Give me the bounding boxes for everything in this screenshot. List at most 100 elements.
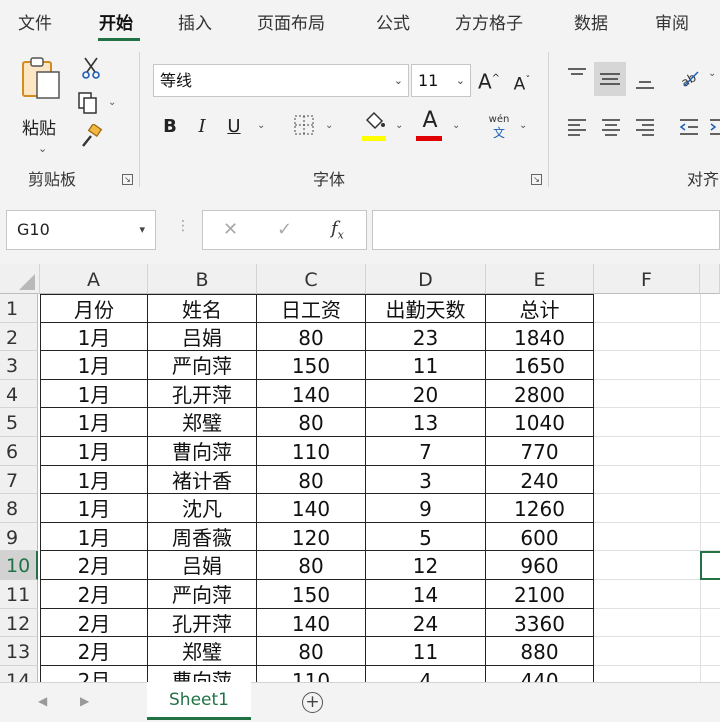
tab-6[interactable]: 数据 xyxy=(574,9,608,34)
table-cell[interactable]: 3 xyxy=(366,465,486,495)
row-header[interactable]: 4 xyxy=(0,379,38,409)
table-cell[interactable]: 140 xyxy=(257,494,366,523)
table-cell[interactable]: 240 xyxy=(486,465,594,495)
table-cell[interactable]: 吕娟 xyxy=(148,551,257,580)
decrease-font-button[interactable]: Aˇ xyxy=(509,68,535,98)
align-middle-button[interactable] xyxy=(594,62,626,96)
table-cell[interactable]: 吕娟 xyxy=(148,322,257,352)
header-cell[interactable]: 出勤天数 xyxy=(366,294,486,323)
fill-color-button[interactable] xyxy=(360,110,390,142)
table-cell[interactable]: 郑璧 xyxy=(148,637,257,666)
table-cell[interactable]: 80 xyxy=(257,322,366,352)
table-cell[interactable]: 80 xyxy=(257,408,366,437)
table-cell[interactable]: 沈凡 xyxy=(148,494,257,523)
table-cell[interactable]: 120 xyxy=(257,522,366,552)
table-cell[interactable]: 严向萍 xyxy=(148,580,257,609)
tab-4[interactable]: 公式 xyxy=(376,9,410,34)
paste-button[interactable]: 粘贴 ⌄ xyxy=(16,56,68,166)
select-all-corner[interactable] xyxy=(0,264,40,294)
table-cell[interactable]: 2800 xyxy=(486,379,594,409)
tab-7[interactable]: 审阅 xyxy=(655,9,689,34)
underline-button[interactable]: U xyxy=(222,114,246,140)
table-cell[interactable]: 孔开萍 xyxy=(148,608,257,638)
header-cell[interactable]: 姓名 xyxy=(148,294,257,323)
table-cell[interactable]: 11 xyxy=(366,351,486,380)
table-cell[interactable]: 24 xyxy=(366,608,486,638)
increase-indent-button[interactable] xyxy=(708,116,720,138)
table-cell[interactable]: 1月 xyxy=(40,322,148,352)
table-cell[interactable]: 1040 xyxy=(486,408,594,437)
table-cell[interactable]: 1月 xyxy=(40,465,148,495)
table-cell[interactable]: 150 xyxy=(257,351,366,380)
table-cell[interactable]: 孔开萍 xyxy=(148,379,257,409)
row-header[interactable]: 2 xyxy=(0,322,38,352)
align-left-button[interactable] xyxy=(566,116,588,138)
sheet-tab-sheet1[interactable]: Sheet1 xyxy=(147,682,251,720)
add-sheet-button[interactable]: + xyxy=(302,692,323,713)
table-cell[interactable]: 褚计香 xyxy=(148,465,257,495)
table-cell[interactable]: 周香薇 xyxy=(148,522,257,552)
increase-font-button[interactable]: A^ xyxy=(476,66,502,95)
borders-button[interactable] xyxy=(290,114,318,144)
header-cell[interactable]: 月份 xyxy=(40,294,148,323)
row-header[interactable]: 3 xyxy=(0,351,38,380)
table-cell[interactable]: 11 xyxy=(366,637,486,666)
table-cell[interactable]: 郑璧 xyxy=(148,408,257,437)
tab-3[interactable]: 页面布局 xyxy=(257,9,325,34)
font-color-button[interactable]: A xyxy=(416,108,444,142)
cut-button[interactable] xyxy=(78,56,104,82)
font-name-dropdown[interactable]: 等线 ⌄ xyxy=(153,64,409,97)
table-cell[interactable]: 1月 xyxy=(40,351,148,380)
table-cell[interactable]: 7 xyxy=(366,437,486,466)
table-cell[interactable]: 2月 xyxy=(40,551,148,580)
table-cell[interactable]: 5 xyxy=(366,522,486,552)
table-cell[interactable]: 严向萍 xyxy=(148,351,257,380)
row-header[interactable]: 12 xyxy=(0,608,38,638)
enter-icon[interactable]: ✓ xyxy=(277,219,292,240)
table-cell[interactable]: 770 xyxy=(486,437,594,466)
table-cell[interactable]: 1650 xyxy=(486,351,594,380)
table-cell[interactable]: 4 xyxy=(366,665,486,682)
header-cell[interactable]: 总计 xyxy=(486,294,594,323)
decrease-indent-button[interactable] xyxy=(678,116,700,138)
table-cell[interactable]: 80 xyxy=(257,465,366,495)
table-cell[interactable]: 曹向萍 xyxy=(148,437,257,466)
row-header[interactable]: 14 xyxy=(0,665,38,682)
header-cell[interactable]: 日工资 xyxy=(257,294,366,323)
orientation-button[interactable]: ab ⌄ xyxy=(678,66,718,92)
table-cell[interactable]: 20 xyxy=(366,379,486,409)
bold-button[interactable]: B xyxy=(158,114,182,140)
column-header-A[interactable]: A xyxy=(40,264,148,294)
row-header[interactable]: 8 xyxy=(0,494,38,523)
align-bottom-button[interactable] xyxy=(634,70,656,92)
scroll-left-icon[interactable]: ◀ xyxy=(38,694,47,708)
table-cell[interactable]: 2月 xyxy=(40,665,148,682)
copy-button[interactable]: ⌄ xyxy=(76,90,122,116)
insert-function-button[interactable]: fx xyxy=(331,218,344,242)
formula-input[interactable] xyxy=(372,210,720,250)
row-header[interactable]: 1 xyxy=(0,294,38,323)
row-header[interactable]: 10 xyxy=(0,551,38,580)
column-header-B[interactable]: B xyxy=(148,264,257,294)
tab-0[interactable]: 文件 xyxy=(18,9,52,34)
table-cell[interactable]: 14 xyxy=(366,580,486,609)
table-cell[interactable]: 80 xyxy=(257,551,366,580)
row-header[interactable]: 11 xyxy=(0,580,38,609)
formula-bar-grip[interactable]: ⋮ xyxy=(176,218,190,234)
font-size-dropdown[interactable]: 11 ⌄ xyxy=(411,64,471,97)
table-cell[interactable]: 440 xyxy=(486,665,594,682)
table-cell[interactable]: 1月 xyxy=(40,408,148,437)
table-cell[interactable]: 110 xyxy=(257,665,366,682)
name-box[interactable]: G10 ▾ xyxy=(6,210,156,250)
table-cell[interactable]: 9 xyxy=(366,494,486,523)
row-header[interactable]: 13 xyxy=(0,637,38,666)
table-cell[interactable]: 1月 xyxy=(40,494,148,523)
table-cell[interactable]: 曹向萍 xyxy=(148,665,257,682)
table-cell[interactable]: 2月 xyxy=(40,580,148,609)
column-header-F[interactable]: F xyxy=(594,264,700,294)
table-cell[interactable]: 960 xyxy=(486,551,594,580)
align-right-button[interactable] xyxy=(634,116,656,138)
table-cell[interactable]: 1月 xyxy=(40,379,148,409)
row-header[interactable]: 9 xyxy=(0,522,38,552)
worksheet-grid[interactable]: A B C D E F 1 月份 姓名 日工资 出勤天数 总计 2 1月 吕娟 80 23 1840 3 1月 严向萍 1… xyxy=(0,264,720,682)
